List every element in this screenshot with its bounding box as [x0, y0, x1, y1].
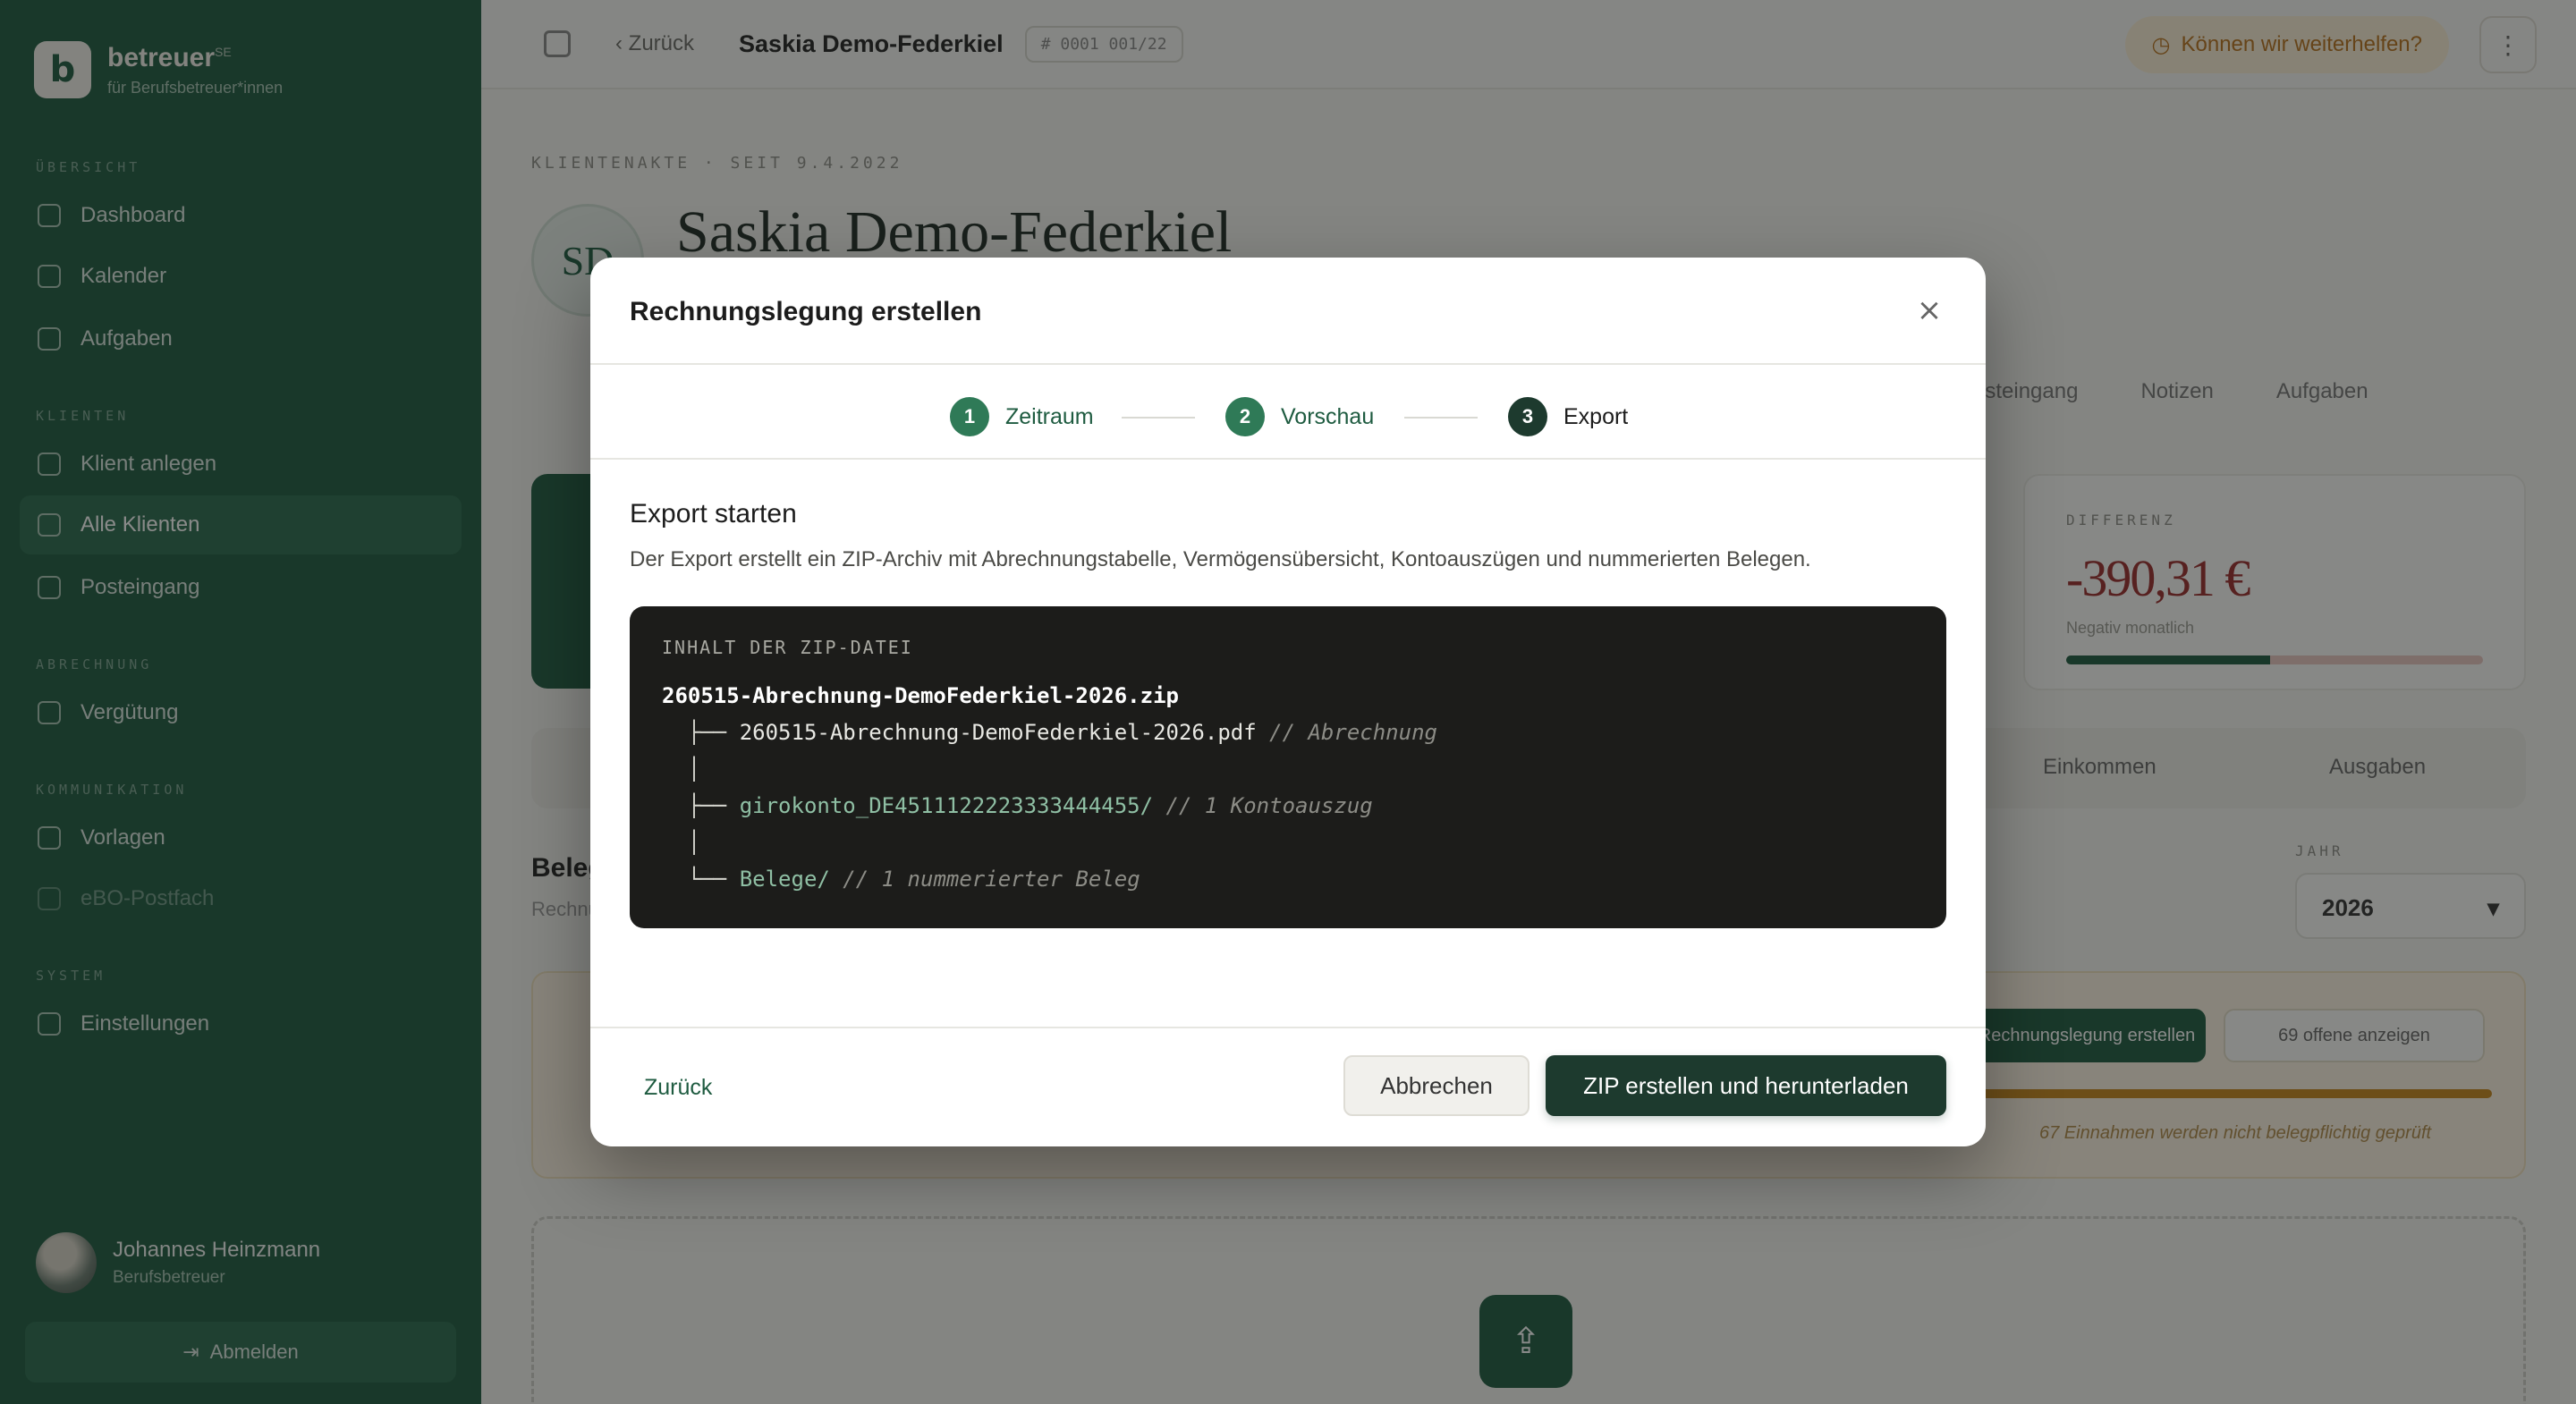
section-title: Export starten: [630, 499, 797, 529]
zip-entry: ├── girokonto_DE4511122223333444455/ // …: [662, 793, 1373, 818]
stepper: 1 Zeitraum 2 Vorschau 3 Export: [590, 365, 1986, 460]
step-number: 1: [950, 397, 989, 436]
step-period[interactable]: 1 Zeitraum: [950, 397, 1094, 436]
step-label: Export: [1563, 403, 1629, 429]
modal-body: Export starten Der Export erstellt ein Z…: [590, 460, 1986, 928]
step-number: 3: [1508, 397, 1547, 436]
zip-entry: └── Belege/ // 1 nummerierter Beleg: [662, 867, 1140, 892]
export-modal: Rechnungslegung erstellen × 1 Zeitraum 2…: [590, 258, 1986, 1146]
close-icon[interactable]: ×: [1916, 295, 1943, 326]
step-connector: [1122, 417, 1195, 419]
back-button[interactable]: Zurück: [644, 1075, 712, 1101]
zip-entry: │: [662, 757, 701, 782]
step-label: Vorschau: [1281, 403, 1375, 429]
step-preview[interactable]: 2 Vorschau: [1225, 397, 1374, 436]
zip-root: 260515-Abrechnung-DemoFederkiel-2026.zip: [662, 683, 1179, 708]
step-connector: [1404, 417, 1478, 419]
modal-footer: Zurück Abbrechen ZIP erstellen und herun…: [590, 1027, 1986, 1146]
modal-title: Rechnungslegung erstellen: [630, 297, 982, 326]
zip-entry: │: [662, 830, 701, 855]
modal-header: Rechnungslegung erstellen ×: [590, 258, 1986, 365]
step-number: 2: [1225, 397, 1265, 436]
zip-entry: ├── 260515-Abrechnung-DemoFederkiel-2026…: [662, 720, 1437, 745]
zip-contents: INHALT DER ZIP-DATEI 260515-Abrechnung-D…: [630, 606, 1946, 928]
cancel-button[interactable]: Abbrechen: [1343, 1055, 1530, 1116]
zip-heading: INHALT DER ZIP-DATEI: [662, 637, 913, 658]
step-export[interactable]: 3 Export: [1508, 397, 1628, 436]
step-label: Zeitraum: [1005, 403, 1094, 429]
section-description: Der Export erstellt ein ZIP-Archiv mit A…: [630, 547, 1811, 571]
create-zip-button[interactable]: ZIP erstellen und herunterladen: [1546, 1055, 1946, 1116]
